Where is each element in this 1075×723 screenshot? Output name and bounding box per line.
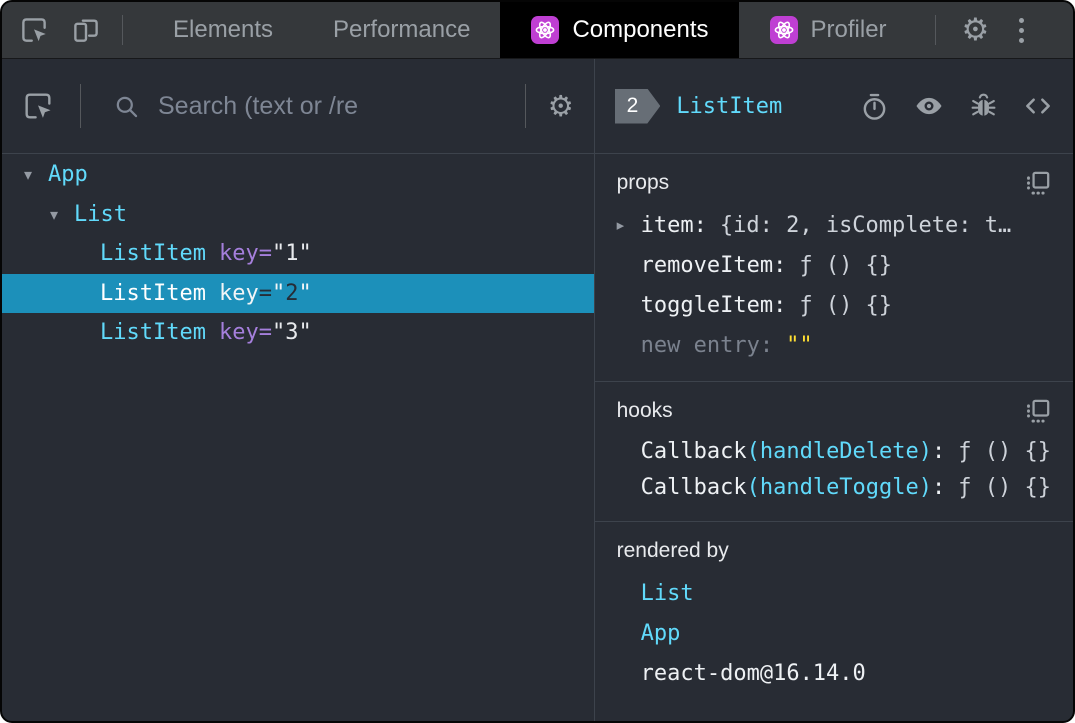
hooks-section-title: hooks <box>616 399 673 422</box>
hook-value: ƒ () {} <box>958 438 1051 464</box>
quote: " <box>298 320 312 346</box>
components-tree-panel: ⚙ ▾ App ▾ List ListItemkey="1" ListItemk <box>2 59 594 721</box>
suspense-stopwatch-icon[interactable] <box>860 92 889 121</box>
key-attribute-name: key <box>218 280 259 306</box>
rendered-by-section: rendered by List App react-dom@16.14.0 <box>595 522 1073 709</box>
prop-value: {id: 2, isComplete: t… <box>719 212 1012 238</box>
prop-row-new-entry[interactable]: new entry: "" <box>617 325 1051 365</box>
prop-value: ƒ () {} <box>799 252 893 278</box>
prop-row-item[interactable]: ▸ item: {id: 2, isComplete: t… <box>617 205 1051 245</box>
settings-gear-icon[interactable]: ⚙ <box>962 14 990 46</box>
hook-name: Callback <box>640 474 747 500</box>
hook-callback-name: (handleDelete) <box>746 438 933 464</box>
details-toolbar: 2 ListItem <box>594 59 1073 154</box>
component-details-panel: 2 ListItem props ▸ item: {id: 2, isComp… <box>594 59 1073 721</box>
quote: " <box>271 241 286 267</box>
hook-callback-name: (handleToggle) <box>746 474 933 500</box>
key-attribute-value: 1 <box>285 241 299 267</box>
tab-label: Performance <box>333 16 471 43</box>
tree-row-listitem-3[interactable]: ListItem key = " 3 " <box>2 313 594 353</box>
props-section: props ▸ item: {id: 2, isComplete: t… rem… <box>594 154 1073 382</box>
tree-row-listitem-1[interactable]: ListItem key = " 1 " <box>2 234 594 274</box>
expand-prop-caret-icon[interactable]: ▸ <box>617 216 641 234</box>
new-entry-value-field[interactable]: "" <box>786 333 813 358</box>
rendered-by-renderer: react-dom@16.14.0 <box>617 653 1051 693</box>
tab-performance[interactable]: Performance <box>303 2 500 58</box>
prop-row-removeitem[interactable]: removeItem: ƒ () {} <box>617 245 1051 285</box>
prop-row-toggleitem[interactable]: toggleItem: ƒ () {} <box>617 285 1051 325</box>
hook-row-handletoggle[interactable]: Callback (handleToggle): ƒ () {} <box>617 469 1051 505</box>
react-logo-icon <box>530 15 560 45</box>
search-input[interactable] <box>156 90 497 122</box>
toolbar-separator <box>524 84 526 128</box>
quote: " <box>298 280 312 306</box>
copy-hooks-icon[interactable] <box>1024 398 1051 425</box>
rendered-by-owner[interactable]: App <box>617 613 1051 653</box>
equals-sign: = <box>258 320 272 346</box>
owner-link-app[interactable]: App <box>641 621 681 646</box>
component-name: ListItem <box>100 241 206 267</box>
prop-name: item <box>640 212 694 238</box>
tab-label: Elements <box>173 16 274 43</box>
inspect-dom-eye-icon[interactable] <box>914 91 944 121</box>
prop-name: removeItem <box>640 252 774 278</box>
quote: " <box>271 320 286 346</box>
selected-component-title: ListItem <box>676 93 783 119</box>
toolbar-separator <box>934 15 936 45</box>
key-attribute-name: key <box>218 320 259 346</box>
tab-components[interactable]: Components <box>500 2 739 58</box>
tree-settings-gear-icon[interactable]: ⚙ <box>548 91 574 121</box>
devtools-tab-bar: Elements Performance Components Profiler… <box>2 2 1073 59</box>
hook-name: Callback <box>640 438 747 464</box>
inspect-component-icon[interactable] <box>22 90 54 122</box>
component-name: ListItem <box>100 320 206 346</box>
tab-profiler[interactable]: Profiler <box>739 2 917 58</box>
react-logo-icon <box>769 15 799 45</box>
hook-row-handledelete[interactable]: Callback (handleDelete): ƒ () {} <box>617 433 1051 469</box>
prop-name: toggleItem <box>640 292 774 318</box>
tab-elements[interactable]: Elements <box>143 2 303 58</box>
devtools-window: Elements Performance Components Profiler… <box>0 0 1075 723</box>
expander-caret-icon[interactable]: ▾ <box>50 205 74 224</box>
component-name: ListItem <box>100 280 206 306</box>
renderer-version: react-dom@16.14.0 <box>640 660 866 686</box>
equals-sign: = <box>258 280 272 306</box>
tree-row-app[interactable]: ▾ App <box>2 155 594 195</box>
props-section-title: props <box>616 171 670 194</box>
quote: " <box>298 241 312 267</box>
key-attribute-name: key <box>218 241 259 267</box>
hook-value: ƒ () {} <box>958 474 1051 500</box>
hooks-section: hooks Callback (handleDelete): ƒ () {} C… <box>594 382 1073 522</box>
tab-label: Profiler <box>810 16 887 43</box>
inspect-element-icon[interactable] <box>18 14 50 46</box>
equals-sign: = <box>258 241 272 267</box>
new-entry-name-field[interactable]: new entry <box>641 333 760 358</box>
tree-row-listitem-2-selected[interactable]: ListItem key = " 2 " <box>2 273 594 313</box>
rendered-by-owner[interactable]: List <box>617 573 1051 613</box>
view-source-code-icon[interactable] <box>1023 91 1053 121</box>
component-tree: ▾ App ▾ List ListItem key = " 1 " ListItem key… <box>2 154 594 721</box>
toolbar-separator <box>122 15 123 45</box>
log-data-bug-icon[interactable] <box>969 92 998 121</box>
owner-link-list[interactable]: List <box>641 581 694 606</box>
selection-index-badge: 2 <box>615 89 661 124</box>
key-attribute-value: 2 <box>285 280 299 306</box>
prop-value: ƒ () {} <box>799 292 893 318</box>
tab-label: Components <box>572 16 709 43</box>
rendered-by-section-title: rendered by <box>616 539 729 562</box>
component-name: List <box>74 201 127 227</box>
quote: " <box>271 280 286 306</box>
copy-props-icon[interactable] <box>1024 170 1051 197</box>
component-name: App <box>48 162 88 188</box>
more-menu-icon[interactable] <box>1019 17 1025 43</box>
key-attribute-value: 3 <box>285 320 299 346</box>
device-toolbar-icon[interactable] <box>70 14 102 46</box>
toolbar-separator <box>80 84 81 128</box>
search-icon <box>113 93 140 120</box>
tree-row-list[interactable]: ▾ List <box>2 195 594 235</box>
expander-caret-icon[interactable]: ▾ <box>24 165 48 184</box>
tree-toolbar: ⚙ <box>2 59 594 154</box>
